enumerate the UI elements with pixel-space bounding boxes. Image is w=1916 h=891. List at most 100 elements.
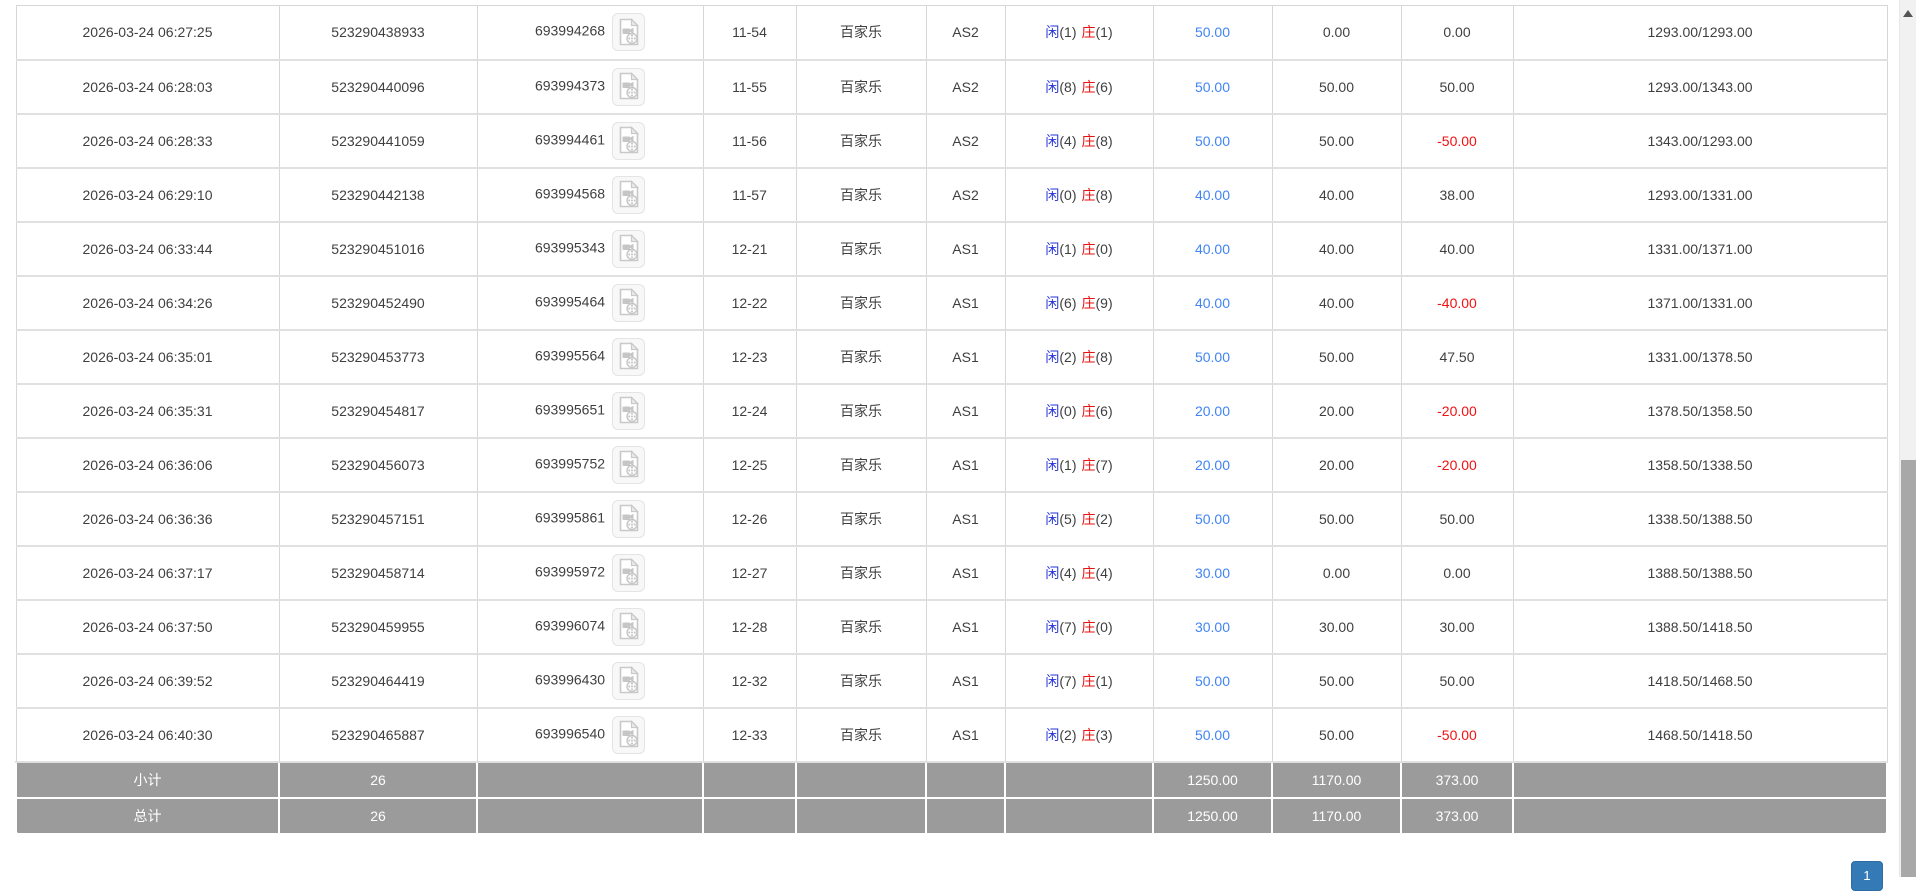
bet-amount-link[interactable]: 50.00	[1195, 349, 1230, 365]
table-code: AS2	[926, 168, 1005, 222]
pagination-page-1-button[interactable]: 1	[1851, 861, 1883, 891]
win-loss-amount: -50.00	[1401, 708, 1513, 762]
video-replay-button[interactable]	[612, 338, 645, 376]
video-replay-button[interactable]	[612, 176, 645, 214]
bet-amount-cell: 50.00	[1153, 60, 1272, 114]
table-code: AS1	[926, 546, 1005, 600]
bet-amount-link[interactable]: 30.00	[1195, 565, 1230, 581]
video-replay-button[interactable]	[612, 500, 645, 538]
bet-amount-link[interactable]: 20.00	[1195, 457, 1230, 473]
win-loss-amount: 0.00	[1401, 546, 1513, 600]
round-number: 12-25	[703, 438, 796, 492]
bet-amount-cell: 50.00	[1153, 114, 1272, 168]
player-result-label: 闲	[1045, 511, 1059, 527]
round-number: 12-32	[703, 654, 796, 708]
video-replay-button[interactable]	[612, 446, 645, 484]
banker-score: (2)	[1096, 511, 1113, 527]
subtotal-label: 小计	[16, 762, 279, 798]
valid-amount: 40.00	[1272, 222, 1401, 276]
valid-amount: 50.00	[1272, 330, 1401, 384]
video-replay-button[interactable]	[612, 122, 645, 160]
video-replay-button[interactable]	[612, 716, 645, 754]
result-cell: 闲(1)庄(1)	[1005, 6, 1153, 60]
total-label: 总计	[16, 798, 279, 834]
bet-id: 523290464419	[279, 654, 477, 708]
bet-amount-link[interactable]: 50.00	[1195, 673, 1230, 689]
player-result-label: 闲	[1045, 727, 1059, 743]
table-row: 2026-03-24 06:34:26 523290452490 6939954…	[16, 276, 1887, 330]
valid-amount: 40.00	[1272, 276, 1401, 330]
total-bet-total: 1250.00	[1153, 798, 1272, 834]
bet-id: 523290454817	[279, 384, 477, 438]
bet-amount-link[interactable]: 20.00	[1195, 403, 1230, 419]
scroll-up-arrow-icon[interactable]	[1903, 10, 1913, 17]
round-id-cell: 693994373	[477, 60, 703, 114]
player-score: (6)	[1059, 295, 1076, 311]
video-replay-button[interactable]	[612, 392, 645, 430]
table-row: 2026-03-24 06:29:10 523290442138 6939945…	[16, 168, 1887, 222]
player-score: (4)	[1059, 133, 1076, 149]
video-replay-button[interactable]	[612, 554, 645, 592]
bet-amount-link[interactable]: 50.00	[1195, 24, 1230, 40]
win-loss-amount: -50.00	[1401, 114, 1513, 168]
video-replay-button[interactable]	[612, 662, 645, 700]
banker-result-label: 庄	[1082, 24, 1096, 40]
banker-score: (0)	[1096, 241, 1113, 257]
bet-amount-cell: 50.00	[1153, 6, 1272, 60]
bet-amount-link[interactable]: 50.00	[1195, 511, 1230, 527]
round-number: 12-33	[703, 708, 796, 762]
banker-result-label: 庄	[1082, 511, 1096, 527]
total-empty	[477, 798, 703, 834]
video-replay-icon	[617, 737, 641, 752]
table-row: 2026-03-24 06:35:31 523290454817 6939956…	[16, 384, 1887, 438]
valid-amount: 0.00	[1272, 6, 1401, 60]
video-replay-button[interactable]	[612, 68, 645, 106]
bet-amount-cell: 40.00	[1153, 222, 1272, 276]
bet-amount-link[interactable]: 40.00	[1195, 187, 1230, 203]
video-replay-icon	[617, 305, 641, 320]
balance-before-after: 1293.00/1331.00	[1513, 168, 1887, 222]
bet-amount-link[interactable]: 50.00	[1195, 79, 1230, 95]
player-score: (5)	[1059, 511, 1076, 527]
player-score: (1)	[1059, 457, 1076, 473]
bet-amount-link[interactable]: 40.00	[1195, 241, 1230, 257]
bet-time: 2026-03-24 06:33:44	[16, 222, 279, 276]
table-row: 2026-03-24 06:36:06 523290456073 6939957…	[16, 438, 1887, 492]
bet-amount-link[interactable]: 50.00	[1195, 727, 1230, 743]
banker-result-label: 庄	[1082, 565, 1096, 581]
table-code: AS1	[926, 438, 1005, 492]
round-number: 11-54	[703, 6, 796, 60]
valid-amount: 50.00	[1272, 60, 1401, 114]
round-id: 693994461	[535, 131, 605, 147]
vertical-scrollbar[interactable]	[1899, 0, 1916, 877]
banker-score: (6)	[1096, 403, 1113, 419]
video-replay-button[interactable]	[612, 608, 645, 646]
player-result-label: 闲	[1045, 619, 1059, 635]
video-replay-button[interactable]	[612, 284, 645, 322]
round-id: 693995861	[535, 509, 605, 525]
bet-amount-link[interactable]: 50.00	[1195, 133, 1230, 149]
round-id: 693995972	[535, 563, 605, 579]
bet-id: 523290456073	[279, 438, 477, 492]
player-score: (4)	[1059, 565, 1076, 581]
banker-score: (8)	[1096, 133, 1113, 149]
scrollbar-thumb[interactable]	[1901, 460, 1916, 877]
round-id: 693995651	[535, 401, 605, 417]
round-id: 693995564	[535, 347, 605, 363]
table-row: 2026-03-24 06:36:36 523290457151 6939958…	[16, 492, 1887, 546]
player-score: (1)	[1059, 241, 1076, 257]
bet-amount-link[interactable]: 30.00	[1195, 619, 1230, 635]
win-loss-amount: 50.00	[1401, 654, 1513, 708]
valid-amount: 20.00	[1272, 384, 1401, 438]
bet-amount-link[interactable]: 40.00	[1195, 295, 1230, 311]
win-loss-amount: -20.00	[1401, 384, 1513, 438]
table-code: AS1	[926, 276, 1005, 330]
video-replay-button[interactable]	[612, 13, 645, 51]
bet-time: 2026-03-24 06:35:01	[16, 330, 279, 384]
valid-amount: 20.00	[1272, 438, 1401, 492]
banker-result-label: 庄	[1082, 187, 1096, 203]
balance-before-after: 1331.00/1371.00	[1513, 222, 1887, 276]
result-cell: 闲(0)庄(8)	[1005, 168, 1153, 222]
bet-amount-cell: 20.00	[1153, 384, 1272, 438]
video-replay-button[interactable]	[612, 230, 645, 268]
